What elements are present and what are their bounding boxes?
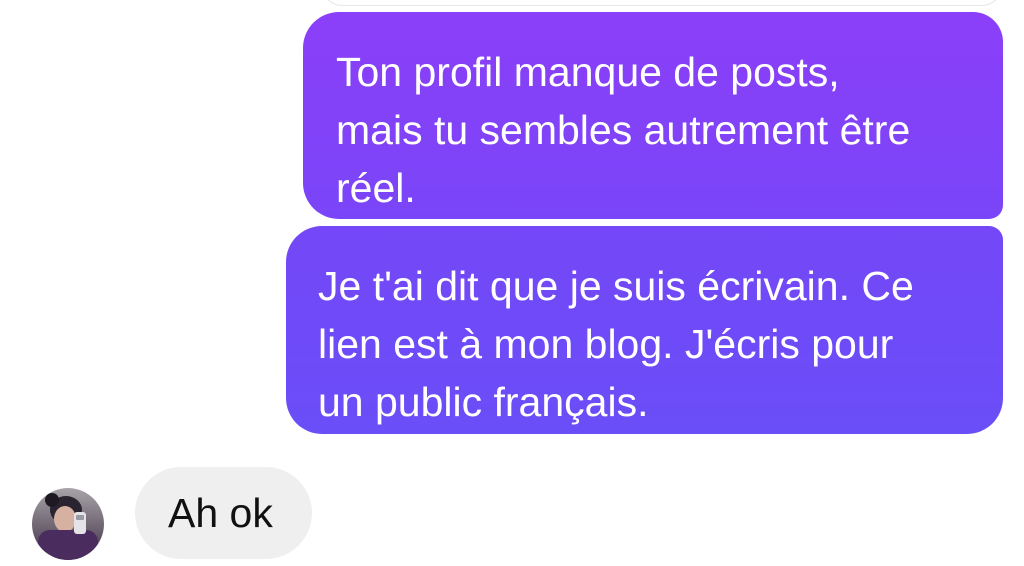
avatar-photo-icon — [32, 488, 104, 560]
previous-message-bubble[interactable] — [322, 0, 1002, 6]
contact-avatar[interactable] — [32, 488, 104, 560]
incoming-message-bubble[interactable]: Ah ok — [135, 467, 312, 559]
outgoing-message-bubble[interactable]: Je t'ai dit que je suis écrivain. Ce lie… — [286, 226, 1003, 434]
outgoing-message-bubble[interactable]: Ton profil manque de posts, mais tu semb… — [303, 12, 1003, 219]
